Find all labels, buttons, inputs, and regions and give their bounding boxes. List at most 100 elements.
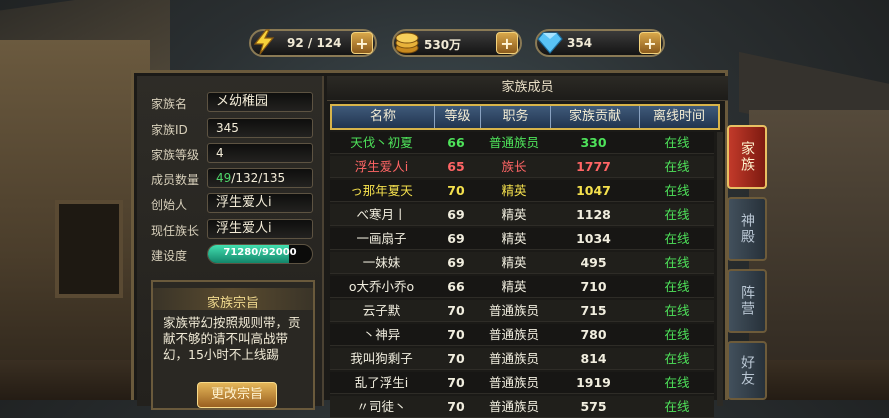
table-row[interactable]: 天伐丶初夏 66 普通族员 330 在线 [330,132,714,154]
member-contribution: 715 [580,303,607,318]
members-capacity: /132/135 [231,171,286,185]
column-level[interactable]: 等级 [435,106,481,128]
member-status: 在线 [664,399,690,414]
clan-leader-label: 现任族长 [151,224,200,238]
member-role: 普通族员 [488,135,539,150]
clan-motto-box: 家族宗旨 家族带幻按照规则带，贡献不够的请不叫高战带幻，15小时不上线踢 更改宗… [151,280,315,410]
change-motto-button[interactable]: 更改宗旨 [197,382,277,408]
members-table-header: 名称 等级 职务 家族贡献 离线时间 [330,104,720,130]
table-row[interactable]: べ寒月丨 69 精英 1128 在线 [330,204,714,226]
table-row[interactable]: o大乔小乔o 66 精英 710 在线 [330,276,714,298]
clan-members-value: 49/132/135 [207,168,313,188]
add-gold-button[interactable]: + [496,32,518,54]
member-role: 精英 [501,255,527,270]
lightning-icon [249,27,279,57]
side-tab-4[interactable]: 好友 [727,341,767,400]
clan-window: 家族名 メ幼稚园 家族ID 345 家族等级 4 成员数量 49/132/135… [131,70,728,418]
table-row[interactable]: 一妹妹 69 精英 495 在线 [330,252,714,274]
member-name: 一妹妹 [362,255,401,270]
table-row[interactable]: 乱了浮生i 70 普通族员 1919 在线 [330,372,714,394]
gold-bar: 530万 + [392,29,522,57]
member-level: 66 [447,135,465,150]
member-role: 普通族员 [488,375,539,390]
background-house-right [749,110,889,400]
clan-level-value: 4 [207,143,313,163]
member-name: 一画扇子 [356,231,407,246]
member-name: べ寒月丨 [356,207,407,222]
member-role: 普通族员 [488,351,539,366]
table-row[interactable]: 丶神异 70 普通族员 780 在线 [330,324,714,346]
member-level: 70 [447,351,465,366]
build-progress-text: 71280/92000 [223,247,297,258]
clan-level-label: 家族等级 [151,148,200,162]
motto-title: 家族宗旨 [206,296,259,311]
members-panel: 家族成员 名称 等级 职务 家族贡献 离线时间 天伐丶初夏 66 普通族员 330 在线… [327,76,728,418]
table-row[interactable]: 浮生爱人i 65 族长 1777 在线 [330,156,714,178]
side-tab-1[interactable]: 家族 [727,125,767,189]
member-name: 云子默 [362,303,401,318]
members-scrollbar[interactable] [717,132,723,406]
member-level: 70 [447,327,465,342]
member-level: 69 [447,255,465,270]
side-tab-2[interactable]: 神殿 [727,197,767,261]
member-role: 精英 [501,207,527,222]
clan-info-panel: 家族名 メ幼稚园 家族ID 345 家族等级 4 成员数量 49/132/135… [137,76,324,410]
member-role: 精英 [501,279,527,294]
add-energy-button[interactable]: + [351,32,373,54]
background-window [55,200,123,298]
motto-text: 家族带幻按照规则带，贡献不够的请不叫高战带幻，15小时不上线踢 [163,315,301,362]
member-status: 在线 [664,255,690,270]
member-contribution: 330 [580,135,607,150]
side-tab-3[interactable]: 阵营 [727,269,767,333]
member-level: 66 [447,279,465,294]
member-name: o大乔小乔o [348,279,415,294]
member-role: 族长 [501,159,527,174]
member-contribution: 495 [580,255,607,270]
members-current: 49 [216,171,232,185]
member-contribution: 575 [580,399,607,414]
member-name: 丶神异 [362,327,401,342]
diamond-icon [535,27,565,57]
clan-name-label: 家族名 [151,97,188,111]
table-row[interactable]: 〃司徒丶 70 普通族员 575 在线 [330,396,714,418]
member-level: 65 [447,159,465,174]
table-row[interactable]: 一画扇子 69 精英 1034 在线 [330,228,714,250]
column-contribution[interactable]: 家族贡献 [551,106,640,128]
clan-founder-value: 浮生爱人i [207,193,313,213]
diamond-bar: 354 + [535,29,665,57]
member-contribution: 1919 [576,375,611,390]
clan-members-label: 成员数量 [151,173,200,187]
member-contribution: 814 [580,351,607,366]
member-status: 在线 [664,231,690,246]
clan-id-label: 家族ID [151,123,188,137]
member-contribution: 1128 [576,207,611,222]
table-row[interactable]: 我叫狗剩子 70 普通族员 814 在线 [330,348,714,370]
member-status: 在线 [664,279,690,294]
clan-build-label: 建设度 [151,249,188,263]
member-contribution: 1034 [576,231,611,246]
member-name: っ那年夏天 [350,183,413,198]
member-name: 浮生爱人i [354,159,409,174]
member-status: 在线 [664,159,690,174]
column-name[interactable]: 名称 [332,106,435,128]
member-name: 〃司徒丶 [356,399,407,414]
add-diamond-button[interactable]: + [639,32,661,54]
column-role[interactable]: 职务 [481,106,551,128]
member-level: 70 [447,303,465,318]
member-contribution: 1047 [576,183,611,198]
member-name: 我叫狗剩子 [350,351,413,366]
member-name: 乱了浮生i [354,375,409,390]
member-level: 69 [447,207,465,222]
table-row[interactable]: 云子默 70 普通族员 715 在线 [330,300,714,322]
member-role: 普通族员 [488,399,539,414]
clan-founder-label: 创始人 [151,198,188,212]
member-status: 在线 [664,135,690,150]
members-panel-title: 家族成员 [327,76,728,101]
member-level: 70 [447,375,465,390]
column-offline-time[interactable]: 离线时间 [640,106,718,128]
member-contribution: 1777 [576,159,611,174]
member-level: 70 [447,183,465,198]
table-row[interactable]: っ那年夏天 70 精英 1047 在线 [330,180,714,202]
member-status: 在线 [664,183,690,198]
member-name: 天伐丶初夏 [350,135,413,150]
